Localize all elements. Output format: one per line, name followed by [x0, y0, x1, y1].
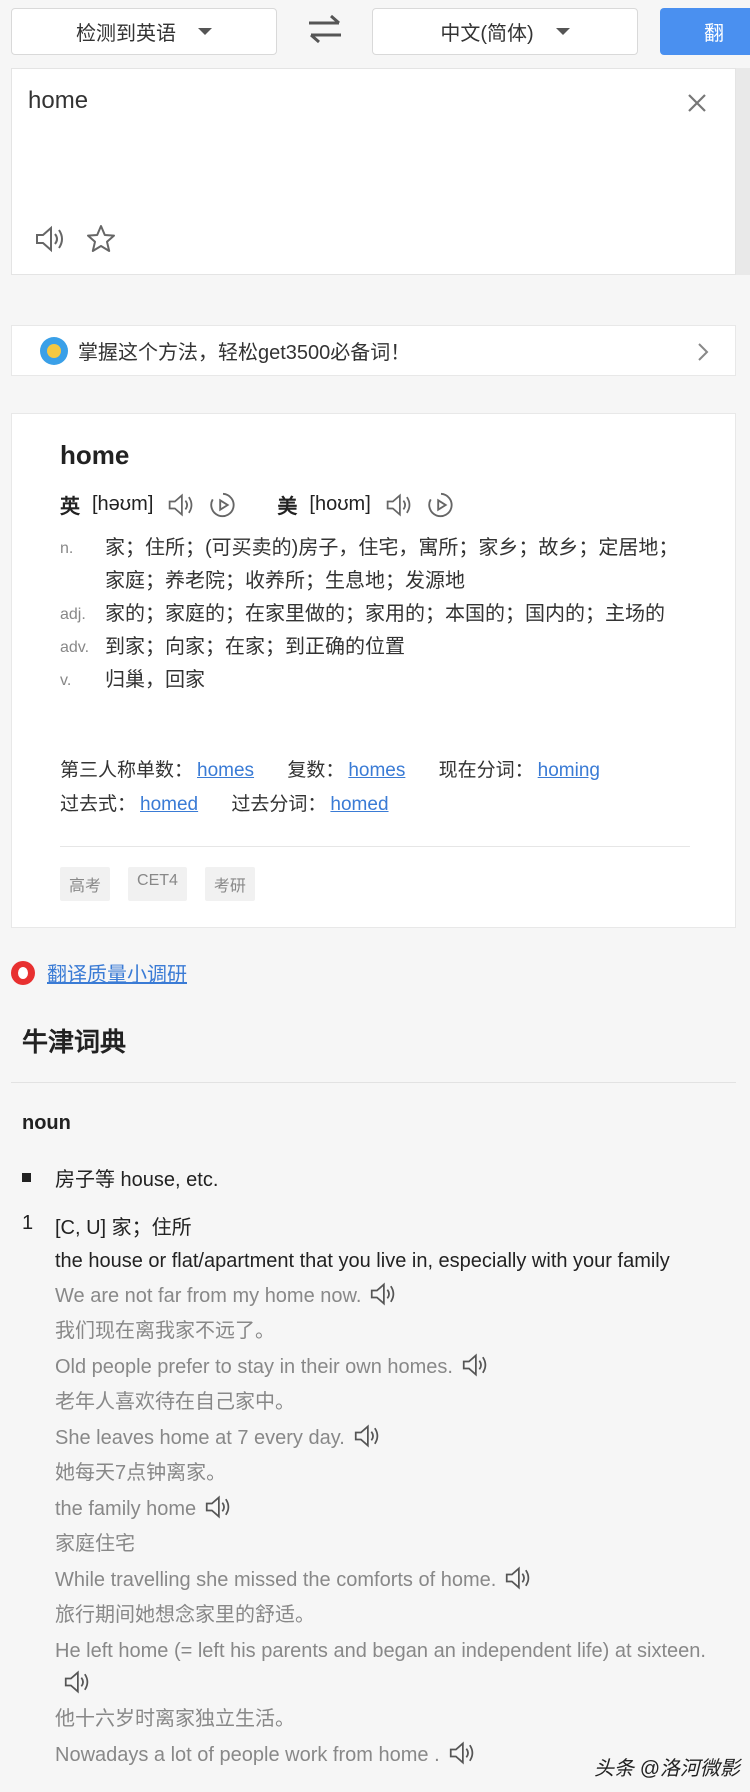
plural-link[interactable]: homes: [348, 760, 405, 781]
speaker-icon[interactable]: [353, 1423, 381, 1449]
exam-tag: 高考: [60, 867, 111, 901]
definition-row: v. 归巢，回家: [60, 664, 680, 697]
us-ipa: [hoʊm]: [309, 493, 371, 515]
example-en: He left home (= left his parents and beg…: [55, 1640, 706, 1662]
uk-speaker-icon[interactable]: [167, 491, 195, 519]
speaker-icon[interactable]: [204, 1494, 232, 1520]
past-tense-label: 过去式：: [60, 794, 137, 815]
example: Old people prefer to stay in their own h…: [55, 1351, 732, 1420]
us-play-icon[interactable]: [427, 491, 455, 519]
definitions-list: n. 家；住所；(可买卖的)房子，住宅，寓所；家乡；故乡；定居地；家庭；养老院；…: [60, 532, 680, 697]
past-participle-label: 过去分词：: [231, 794, 327, 815]
sense-definition: the house or flat/apartment that you liv…: [55, 1250, 670, 1272]
swap-languages-icon[interactable]: [305, 12, 345, 46]
oxford-pos: noun: [22, 1112, 71, 1134]
oxford-title: 牛津词典: [22, 1027, 127, 1057]
bullet-square-icon: [22, 1173, 31, 1182]
example: We are not far from my home now. 我们现在离我家…: [55, 1280, 732, 1349]
example: He left home (= left his parents and beg…: [55, 1635, 732, 1737]
example-en: We are not far from my home now.: [55, 1285, 362, 1307]
example: She leaves home at 7 every day. 她每天7点钟离家…: [55, 1422, 732, 1491]
survey-row: 翻译质量小调研: [11, 958, 187, 987]
third-person-label: 第三人称单数：: [60, 760, 194, 781]
definition-text: 家；住所；(可买卖的)房子，住宅，寓所；家乡；故乡；定居地；家庭；养老院；收养所…: [105, 537, 679, 592]
part-of-speech: n.: [60, 540, 74, 557]
promo-icon: [40, 336, 68, 365]
example-zh: 他十六岁时离家独立生活。: [55, 1708, 295, 1730]
example-zh: 老年人喜欢待在自己家中。: [55, 1391, 295, 1413]
target-language-select[interactable]: 中文(简体): [372, 8, 638, 55]
example: the family home 家庭住宅: [55, 1493, 732, 1562]
example-zh: 旅行期间她想念家里的舒适。: [55, 1604, 315, 1626]
example-zh: 家庭住宅: [55, 1533, 135, 1555]
headword: home: [60, 440, 130, 470]
exam-tag: 考研: [204, 867, 255, 901]
chevron-right-icon: [698, 343, 709, 361]
example: While travelling she missed the comforts…: [55, 1564, 732, 1633]
part-of-speech: v.: [60, 672, 72, 689]
speaker-icon[interactable]: [63, 1669, 91, 1695]
promo-text: 掌握这个方法，轻松get3500必备词！: [78, 342, 411, 364]
third-person-link[interactable]: homes: [197, 760, 254, 781]
definition-text: 归巢，回家: [105, 669, 205, 691]
source-language-select[interactable]: 检测到英语: [11, 8, 277, 55]
speaker-icon[interactable]: [448, 1740, 476, 1766]
target-language-label: 中文(简体): [440, 23, 534, 45]
plural-label: 复数：: [287, 760, 345, 781]
present-participle-label: 现在分词：: [438, 760, 534, 781]
dictionary-card: home 英 [həʊm] 美 [hoʊm] n. 家；住所；(可买卖的)房子，…: [11, 413, 736, 928]
example-en: While travelling she missed the comforts…: [55, 1569, 497, 1591]
part-of-speech: adj.: [60, 606, 86, 623]
example-en: the family home: [55, 1498, 197, 1520]
chevron-down-icon: [555, 28, 570, 35]
translate-button-label: 翻: [704, 23, 724, 45]
source-input-panel[interactable]: home: [11, 68, 736, 275]
present-participle-link[interactable]: homing: [538, 760, 600, 781]
phonetics-row: 英 [həʊm] 美 [hoʊm]: [60, 490, 469, 519]
divider: [60, 846, 690, 847]
us-speaker-icon[interactable]: [385, 491, 413, 519]
exam-tag: CET4: [128, 867, 187, 901]
scrollbar[interactable]: [736, 68, 750, 275]
star-icon[interactable]: [86, 224, 116, 254]
close-icon[interactable]: [685, 91, 709, 115]
example-zh: 她每天7点钟离家。: [55, 1462, 227, 1484]
definition-text: 家的；家庭的；在家里做的；家用的；本国的；国内的；主场的: [105, 603, 665, 625]
example-zh: 我们现在离我家不远了。: [55, 1320, 275, 1342]
definition-row: adv. 到家；向家；在家；到正确的位置: [60, 631, 680, 664]
source-text[interactable]: home: [28, 87, 88, 115]
uk-ipa: [həʊm]: [92, 493, 154, 515]
survey-link[interactable]: 翻译质量小调研: [47, 958, 187, 987]
uk-label: 英: [60, 496, 80, 518]
speaker-icon[interactable]: [34, 224, 66, 254]
promo-banner[interactable]: 掌握这个方法，轻松get3500必备词！: [11, 325, 736, 376]
oxford-bullet-text: 房子等 house, etc.: [55, 1169, 219, 1191]
fire-icon: [11, 960, 35, 985]
example-en: Old people prefer to stay in their own h…: [55, 1356, 453, 1378]
translate-button[interactable]: 翻: [660, 8, 750, 55]
us-label: 美: [277, 496, 298, 518]
watermark: 头条 @洛河微影: [594, 1758, 740, 1780]
exam-tags: 高考 CET4 考研: [60, 867, 255, 901]
oxford-sense: 1 [C, U] 家；住所 the house or flat/apartmen…: [22, 1212, 732, 1772]
sense-heading: [C, U] 家；住所: [55, 1217, 192, 1239]
chevron-down-icon: [198, 28, 212, 35]
example-en: She leaves home at 7 every day.: [55, 1427, 345, 1449]
source-language-label: 检测到英语: [76, 23, 176, 45]
oxford-bullet: 房子等 house, etc.: [22, 1163, 218, 1192]
definition-text: 到家；向家；在家；到正确的位置: [105, 636, 405, 658]
definition-row: adj. 家的；家庭的；在家里做的；家用的；本国的；国内的；主场的: [60, 598, 680, 631]
example-en: Nowadays a lot of people work from home …: [55, 1744, 440, 1766]
uk-play-icon[interactable]: [209, 491, 237, 519]
speaker-icon[interactable]: [461, 1352, 489, 1378]
past-participle-link[interactable]: homed: [330, 794, 388, 815]
word-forms: 第三人称单数： homes 复数： homes 现在分词： homing 过去式： ho…: [60, 754, 628, 822]
sense-number: 1: [22, 1212, 34, 1234]
speaker-icon[interactable]: [369, 1281, 397, 1307]
definition-row: n. 家；住所；(可买卖的)房子，住宅，寓所；家乡；故乡；定居地；家庭；养老院；…: [60, 532, 680, 598]
part-of-speech: adv.: [60, 639, 90, 656]
past-tense-link[interactable]: homed: [140, 794, 198, 815]
speaker-icon[interactable]: [504, 1565, 532, 1591]
divider: [11, 1082, 736, 1083]
